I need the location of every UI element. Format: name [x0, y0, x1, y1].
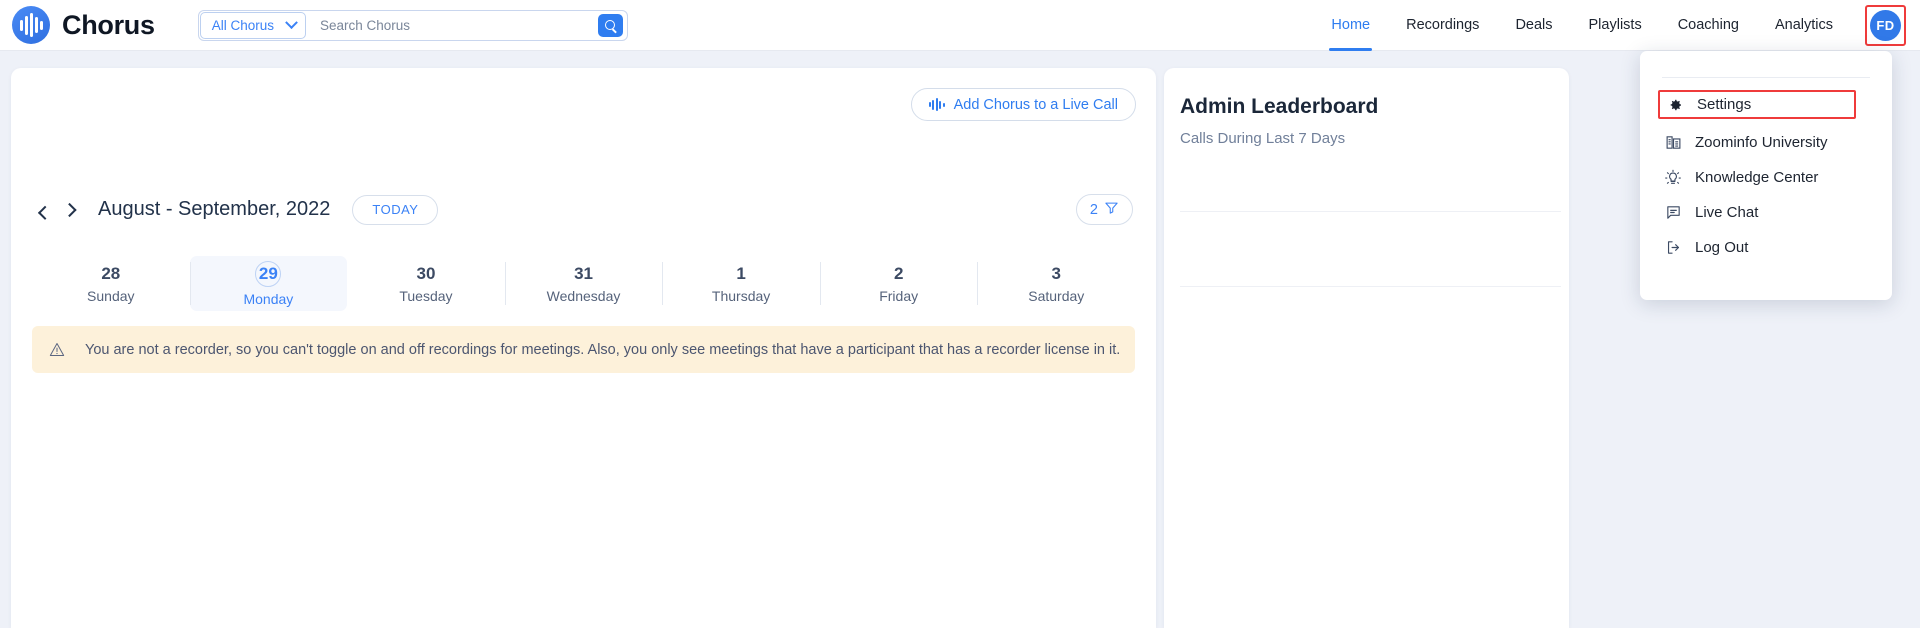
avatar: FD [1870, 9, 1901, 41]
day-number: 2 [893, 263, 904, 283]
search-icon [604, 19, 616, 31]
chat-bubble-icon [1664, 204, 1682, 222]
menu-divider [1662, 77, 1870, 78]
day-number: 28 [101, 263, 121, 283]
next-week-button[interactable] [58, 197, 84, 223]
day-number: 31 [574, 263, 593, 283]
admin-leaderboard-panel: Admin Leaderboard Calls During Last 7 Da… [1164, 68, 1569, 628]
menu-item-knowledge-center[interactable]: Knowledge Center [1658, 160, 1874, 195]
search-bar: All Chorus [197, 9, 628, 41]
menu-item-label: Log Out [1695, 239, 1749, 256]
main-nav: Home Recordings Deals Playlists Coaching… [1313, 0, 1920, 51]
prev-week-button[interactable] [32, 197, 58, 223]
menu-item-label: Settings [1697, 96, 1752, 113]
nav-item-deals[interactable]: Deals [1497, 0, 1570, 51]
brand-name: Chorus [62, 9, 155, 40]
funnel-icon [1104, 200, 1119, 219]
search-scope-dropdown[interactable]: All Chorus [199, 11, 306, 39]
day-name: Wednesday [546, 287, 621, 304]
menu-item-live-chat[interactable]: Live Chat [1658, 195, 1874, 230]
filter-count: 2 [1089, 201, 1098, 218]
menu-item-zoominfo-university[interactable]: Zoominfo University [1658, 125, 1874, 160]
menu-item-label: Zoominfo University [1695, 134, 1828, 151]
day-cell-sunday[interactable]: 28 Sunday [32, 256, 190, 311]
leaderboard-divider [1180, 211, 1561, 212]
search-submit-button[interactable] [597, 13, 623, 37]
nav-item-home[interactable]: Home [1313, 0, 1388, 51]
chorus-waveform-logo-icon [12, 6, 50, 44]
top-navigation-bar: Chorus All Chorus Home Recordings Deals … [0, 0, 1920, 51]
search-scope-label: All Chorus [211, 17, 274, 33]
user-avatar-button[interactable]: FD [1865, 4, 1906, 46]
building-icon [1664, 134, 1682, 152]
profile-dropdown-menu: Settings Zoominfo University Knowledge C… [1640, 51, 1892, 300]
chevron-left-icon [37, 205, 53, 220]
date-range-title: August - September, 2022 [98, 198, 331, 220]
day-cell-thursday[interactable]: 1 Thursday [662, 256, 820, 311]
add-chorus-to-live-call-button[interactable]: Add Chorus to a Live Call [910, 88, 1136, 121]
leaderboard-divider [1180, 286, 1561, 287]
nav-item-coaching[interactable]: Coaching [1660, 0, 1757, 51]
menu-item-settings[interactable]: Settings [1658, 90, 1856, 119]
day-name: Monday [243, 290, 294, 307]
calendar-panel: Add Chorus to a Live Call August - Septe… [11, 68, 1156, 628]
day-name: Thursday [711, 287, 771, 304]
day-name: Sunday [87, 287, 135, 304]
day-cell-saturday[interactable]: 3 Saturday [977, 256, 1135, 311]
logout-icon [1664, 239, 1682, 257]
week-day-strip: 28 Sunday 29 Monday 30 Tuesday 31 Wednes… [32, 256, 1135, 311]
day-cell-wednesday[interactable]: 31 Wednesday [504, 256, 663, 311]
menu-item-label: Live Chat [1695, 204, 1759, 221]
leaderboard-title: Admin Leaderboard [1180, 95, 1379, 118]
day-name: Saturday [1028, 287, 1085, 304]
leaderboard-subtitle: Calls During Last 7 Days [1180, 130, 1346, 147]
day-number: 29 [255, 260, 282, 287]
today-button[interactable]: TODAY [352, 194, 439, 225]
menu-item-log-out[interactable]: Log Out [1658, 230, 1874, 265]
warning-triangle-icon [49, 342, 65, 357]
chevron-right-icon [62, 202, 77, 217]
day-number: 30 [416, 263, 436, 283]
nav-item-analytics[interactable]: Analytics [1757, 0, 1851, 51]
day-name: Friday [879, 287, 919, 304]
waveform-icon [928, 98, 945, 111]
day-cell-monday[interactable]: 29 Monday [189, 256, 348, 311]
brand[interactable]: Chorus [12, 6, 155, 44]
gear-icon [1666, 96, 1684, 114]
day-number: 3 [1051, 263, 1061, 283]
nav-item-playlists[interactable]: Playlists [1571, 0, 1660, 51]
filter-button[interactable]: 2 [1075, 194, 1133, 225]
day-cell-tuesday[interactable]: 30 Tuesday [347, 256, 505, 311]
date-navigation-bar: August - September, 2022 TODAY 2 [11, 194, 1156, 225]
recorder-warning-banner: You are not a recorder, so you can't tog… [32, 326, 1135, 373]
add-chorus-to-live-call-label: Add Chorus to a Live Call [953, 96, 1118, 113]
banner-message: You are not a recorder, so you can't tog… [85, 341, 1121, 358]
nav-item-recordings[interactable]: Recordings [1388, 0, 1497, 51]
menu-item-label: Knowledge Center [1695, 169, 1819, 186]
day-cell-friday[interactable]: 2 Friday [819, 256, 978, 311]
day-name: Tuesday [399, 287, 453, 304]
day-number: 1 [736, 263, 746, 283]
search-input[interactable] [305, 10, 598, 40]
chevron-down-icon [285, 15, 298, 29]
lightbulb-icon [1664, 169, 1682, 187]
